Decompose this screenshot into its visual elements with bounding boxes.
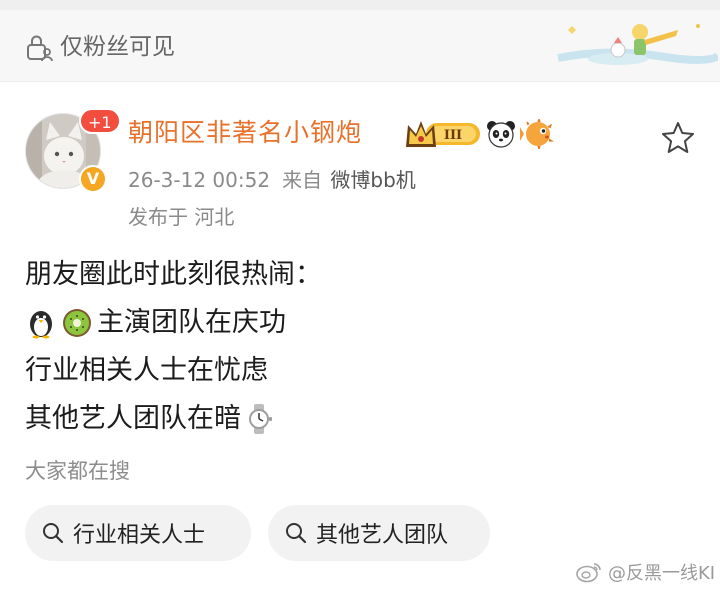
search-chip[interactable]: 行业相关人士 [25,505,251,561]
post-line-text: 行业相关人士在忧虑 [25,355,268,386]
post-line: 主演团队在庆功 [25,299,695,347]
trending-searches-heading: 大家都在搜 [25,459,130,483]
post-line-text: 主演团队在庆功 [97,307,286,338]
search-icon [286,523,307,544]
panda-icon[interactable] [486,119,516,149]
search-chip-label: 行业相关人士 [73,523,206,548]
weibo-logo-icon [576,563,601,583]
post-line: 行业相关人士在忧虑 [25,347,695,395]
post-location: 发布于 河北 [128,205,235,229]
post-meta: 26-3-12 00:52 来自 微博bb机 [128,165,416,195]
verified-badge: V [79,165,107,193]
visibility-banner: 仅粉丝可见 [0,10,720,82]
crown-level-badge[interactable]: III [404,117,482,151]
post-timestamp: 26-3-12 00:52 [128,168,271,192]
post-line-text: 其他艺人团队在暗 [25,403,241,434]
watch-emoji [249,404,272,434]
post-line-text: 朋友圈此时此刻很热闹： [25,259,322,290]
post-line: 其他艺人团队在暗 [25,395,695,443]
weibo-watermark: @反黑一线KI [576,558,715,586]
level-numeral: III [444,128,462,143]
author-name[interactable]: 朝阳区非著名小钢炮 [128,115,362,151]
top-divider-strip [0,0,720,10]
notification-count-badge: +1 [79,108,121,134]
lock-person-icon [27,35,53,62]
pufferfish-icon[interactable] [520,119,554,149]
visibility-label: 仅粉丝可见 [60,34,175,60]
source-prefix: 来自 [282,168,323,192]
penguin-emoji [30,311,52,339]
search-chip[interactable]: 其他艺人团队 [268,505,490,561]
kiwi-emoji [63,309,91,337]
post-body: 朋友圈此时此刻很热闹： 主演团队在庆功 行业相关人士在忧虑 其他艺人团队在暗 [25,251,695,443]
search-icon [43,523,64,544]
author-avatar-group[interactable]: +1 V [25,108,121,195]
post-line: 朋友圈此时此刻很热闹： [25,251,695,299]
search-chip-label: 其他艺人团队 [316,523,449,548]
watermark-text: @反黑一线KI [608,563,716,584]
post-source-link[interactable]: 微博bb机 [330,168,415,192]
little-prince-decoration [548,12,718,70]
favorite-star-icon[interactable] [660,120,696,156]
author-badges: III [404,117,554,151]
